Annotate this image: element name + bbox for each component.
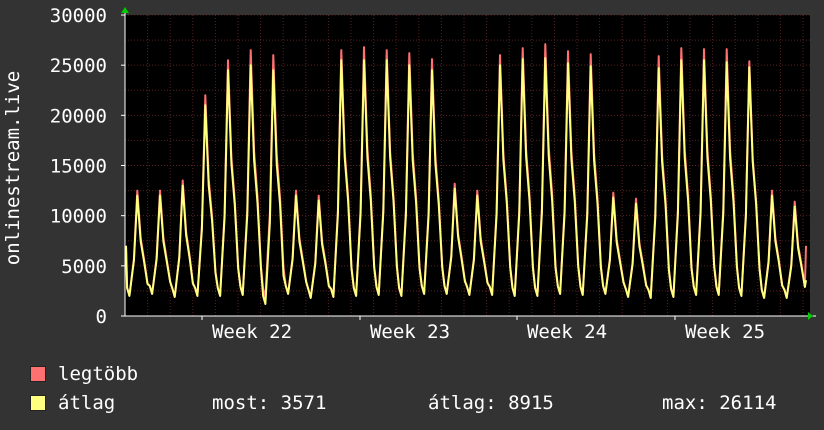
y-tick-label: 0: [96, 306, 107, 328]
y-tick-label: 15000: [50, 156, 107, 178]
y-tick-label: 5000: [61, 256, 107, 278]
legend-label-max: legtöbb: [58, 363, 139, 385]
x-tick-label: Week 25: [685, 321, 765, 343]
x-tick-label: Week 22: [212, 321, 292, 343]
stat-now: most: 3571: [212, 392, 327, 414]
stat-maximum: max: 26114: [662, 392, 777, 414]
y-tick-label: 30000: [50, 5, 107, 27]
legend-item-max: legtöbb: [30, 363, 810, 385]
stat-average: átlag: 8915: [428, 392, 554, 414]
y-axis-label: onlinestream.live: [2, 71, 24, 265]
legend-swatch-max: [30, 366, 46, 382]
y-axis-arrow-icon: [121, 7, 129, 13]
x-tick-label: Week 23: [370, 321, 450, 343]
y-tick-label: 25000: [50, 55, 107, 77]
y-tick-label: 20000: [50, 105, 107, 127]
x-axis-arrow-icon: [808, 312, 813, 320]
y-tick-label: 10000: [50, 206, 107, 228]
legend-label-avg: átlag: [58, 392, 116, 414]
x-tick-label: Week 24: [527, 321, 607, 343]
legend-swatch-avg: [30, 395, 46, 411]
chart-widget: 0 5000 10000 15000 20000 25000 30000 Week 22 Wee…: [0, 0, 824, 430]
legend-item-avg: átlag most: 3571 átlag: 8915 max: 26114: [30, 392, 810, 414]
